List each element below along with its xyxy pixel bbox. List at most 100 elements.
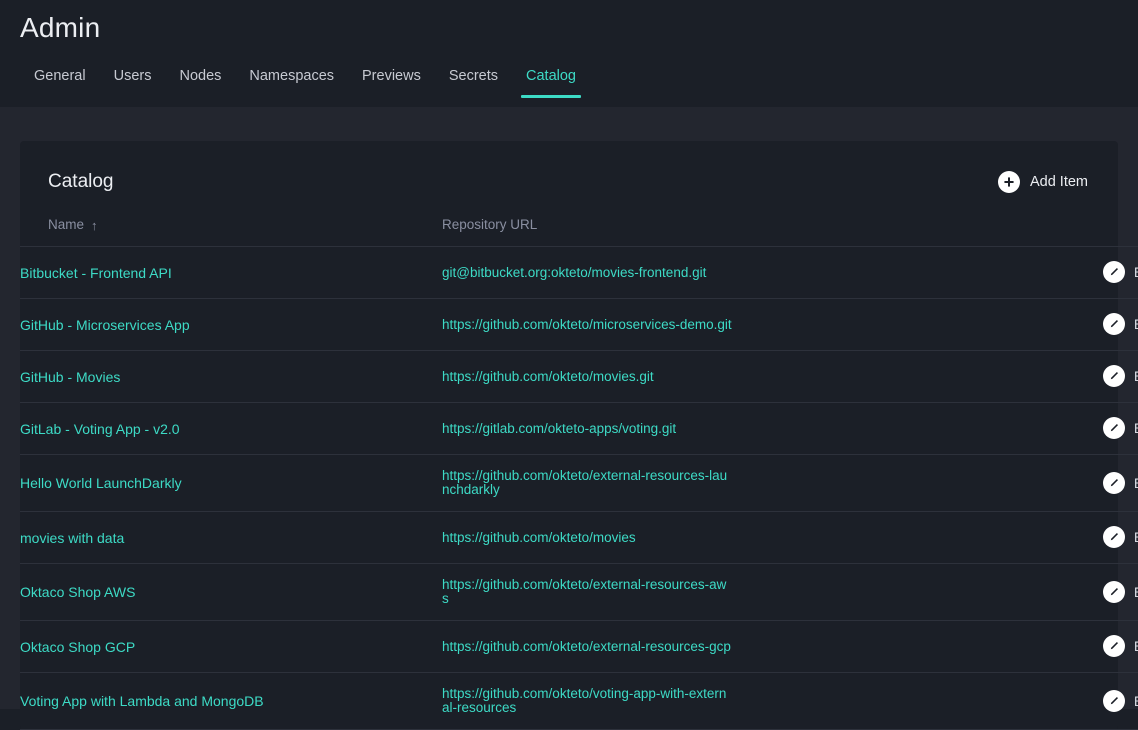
tab-secrets[interactable]: Secrets <box>435 68 512 98</box>
table-row: Bitbucket - Frontend API git@bitbucket.o… <box>20 247 1138 299</box>
edit-button[interactable]: Edit <box>1102 526 1138 548</box>
edit-label: Edit <box>1134 584 1138 600</box>
catalog-item-name-cell: Oktaco Shop GCP <box>20 621 442 673</box>
pencil-circle-icon <box>1102 580 1125 603</box>
table-row: Oktaco Shop GCP https://github.com/oktet… <box>20 621 1138 673</box>
catalog-item-url-cell: https://github.com/okteto/external-resou… <box>442 455 1002 512</box>
pencil-circle-icon <box>1102 635 1125 657</box>
catalog-item-name-cell: Hello World LaunchDarkly <box>20 455 442 512</box>
edit-button[interactable]: Edit <box>1102 580 1138 603</box>
catalog-header-row: Name ↑ Repository URL <box>20 217 1138 247</box>
catalog-item-action-cell: Edit <box>1002 673 1138 730</box>
catalog-item-name-link[interactable]: GitLab - Voting App - v2.0 <box>20 421 180 437</box>
catalog-title: Catalog <box>48 171 114 192</box>
tab-catalog[interactable]: Catalog <box>512 68 590 98</box>
edit-button[interactable]: Edit <box>1102 417 1138 439</box>
catalog-item-url-link[interactable]: https://github.com/okteto/movies <box>442 530 636 545</box>
catalog-item-name-link[interactable]: movies with data <box>20 530 124 546</box>
catalog-item-url-cell: https://github.com/okteto/external-resou… <box>442 621 1002 673</box>
tab-previews[interactable]: Previews <box>348 68 435 98</box>
catalog-item-url-cell: git@bitbucket.org:okteto/movies-frontend… <box>442 247 1002 299</box>
catalog-item-action-cell: Edit <box>1002 299 1138 351</box>
catalog-item-name-link[interactable]: Bitbucket - Frontend API <box>20 265 172 281</box>
catalog-card: Catalog Add Item Name ↑ Repository URL B… <box>20 141 1138 730</box>
pencil-circle-icon <box>1102 313 1125 335</box>
edit-label: Edit <box>1134 264 1138 280</box>
catalog-item-url-link[interactable]: git@bitbucket.org:okteto/movies-frontend… <box>442 265 706 280</box>
pencil-circle-icon <box>1102 471 1125 494</box>
catalog-item-action-cell: Edit <box>1002 512 1138 564</box>
catalog-item-url-link[interactable]: https://github.com/okteto/external-resou… <box>442 639 731 654</box>
catalog-item-name-cell: GitLab - Voting App - v2.0 <box>20 403 442 455</box>
table-row: Voting App with Lambda and MongoDB https… <box>20 673 1138 730</box>
catalog-table-body: Bitbucket - Frontend API git@bitbucket.o… <box>20 247 1138 730</box>
edit-label: Edit <box>1134 638 1138 654</box>
catalog-item-name-cell: Voting App with Lambda and MongoDB <box>20 673 442 730</box>
edit-button[interactable]: Edit <box>1102 313 1138 335</box>
catalog-item-url-link[interactable]: https://github.com/okteto/movies.git <box>442 369 654 384</box>
catalog-table-head: Name ↑ Repository URL <box>20 217 1138 247</box>
column-header-name[interactable]: Name ↑ <box>20 217 442 247</box>
catalog-item-url-cell: https://gitlab.com/okteto-apps/voting.gi… <box>442 403 1002 455</box>
table-row: GitLab - Voting App - v2.0 https://gitla… <box>20 403 1138 455</box>
pencil-circle-icon <box>1102 417 1125 439</box>
edit-button[interactable]: Edit <box>1102 261 1138 283</box>
catalog-item-action-cell: Edit <box>1002 621 1138 673</box>
admin-tabs: General Users Nodes Namespaces Previews … <box>20 68 590 98</box>
catalog-item-action-cell: Edit <box>1002 247 1138 299</box>
catalog-item-action-cell: Edit <box>1002 455 1138 512</box>
catalog-item-url-link[interactable]: https://gitlab.com/okteto-apps/voting.gi… <box>442 421 676 436</box>
catalog-item-name-link[interactable]: Hello World LaunchDarkly <box>20 475 182 491</box>
table-row: Oktaco Shop AWS https://github.com/oktet… <box>20 564 1138 621</box>
edit-button[interactable]: Edit <box>1102 365 1138 387</box>
pencil-circle-icon <box>1102 526 1125 548</box>
catalog-item-name-cell: Oktaco Shop AWS <box>20 564 442 621</box>
catalog-item-name-link[interactable]: Voting App with Lambda and MongoDB <box>20 693 264 709</box>
catalog-item-url-link[interactable]: https://github.com/okteto/voting-app-wit… <box>442 686 726 715</box>
tab-namespaces[interactable]: Namespaces <box>235 68 348 98</box>
catalog-item-name-link[interactable]: Oktaco Shop GCP <box>20 639 135 655</box>
edit-label: Edit <box>1134 420 1138 436</box>
catalog-item-name-link[interactable]: GitHub - Microservices App <box>20 317 190 333</box>
catalog-item-action-cell: Edit <box>1002 351 1138 403</box>
column-header-actions <box>1002 217 1138 247</box>
tab-users[interactable]: Users <box>100 68 166 98</box>
pencil-circle-icon <box>1102 365 1125 387</box>
column-header-repository-url[interactable]: Repository URL <box>442 217 1002 247</box>
page-body: Catalog Add Item Name ↑ Repository URL B… <box>0 107 1138 730</box>
catalog-table: Name ↑ Repository URL Bitbucket - Fronten… <box>20 217 1138 730</box>
catalog-item-action-cell: Edit <box>1002 403 1138 455</box>
tab-nodes[interactable]: Nodes <box>165 68 235 98</box>
catalog-item-name-cell: Bitbucket - Frontend API <box>20 247 442 299</box>
catalog-card-header: Catalog Add Item <box>20 141 1118 197</box>
pencil-circle-icon <box>1102 689 1125 712</box>
table-row: Hello World LaunchDarkly https://github.… <box>20 455 1138 512</box>
edit-label: Edit <box>1134 368 1138 384</box>
catalog-item-url-link[interactable]: https://github.com/okteto/external-resou… <box>442 468 727 497</box>
edit-button[interactable]: Edit <box>1102 635 1138 657</box>
add-item-label: Add Item <box>1029 174 1088 190</box>
pencil-circle-icon <box>1102 261 1125 283</box>
catalog-item-name-cell: GitHub - Movies <box>20 351 442 403</box>
catalog-item-name-link[interactable]: Oktaco Shop AWS <box>20 584 135 600</box>
catalog-item-url-cell: https://github.com/okteto/movies.git <box>442 351 1002 403</box>
catalog-item-url-link[interactable]: https://github.com/okteto/external-resou… <box>442 577 726 606</box>
edit-button[interactable]: Edit <box>1102 689 1138 712</box>
sort-ascending-icon[interactable]: ↑ <box>91 219 98 232</box>
edit-label: Edit <box>1134 316 1138 332</box>
catalog-item-action-cell: Edit <box>1002 564 1138 621</box>
catalog-item-name-link[interactable]: GitHub - Movies <box>20 369 120 385</box>
table-row: movies with data https://github.com/okte… <box>20 512 1138 564</box>
tab-general[interactable]: General <box>20 68 100 98</box>
edit-button[interactable]: Edit <box>1102 471 1138 494</box>
catalog-item-name-cell: movies with data <box>20 512 442 564</box>
page-title: Admin <box>20 12 101 43</box>
add-item-button[interactable]: Add Item <box>997 171 1090 193</box>
column-header-name-label: Name <box>48 217 85 232</box>
table-row: GitHub - Microservices App https://githu… <box>20 299 1138 351</box>
catalog-item-url-cell: https://github.com/okteto/microservices-… <box>442 299 1002 351</box>
plus-circle-icon <box>997 171 1020 193</box>
edit-label: Edit <box>1134 475 1138 491</box>
catalog-item-url-link[interactable]: https://github.com/okteto/microservices-… <box>442 317 732 332</box>
catalog-item-name-cell: GitHub - Microservices App <box>20 299 442 351</box>
